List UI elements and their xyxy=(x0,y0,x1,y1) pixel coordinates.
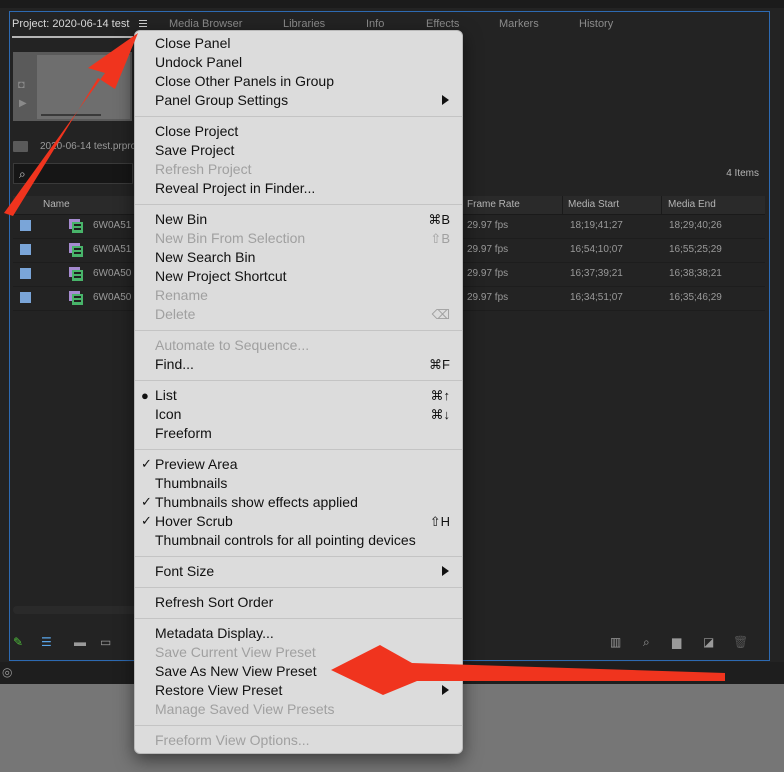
annotation-arrow-to-save-as-new-view-preset xyxy=(331,645,725,695)
annotation-arrow-to-panel-menu xyxy=(4,33,138,216)
annotation-overlay xyxy=(4,33,725,695)
